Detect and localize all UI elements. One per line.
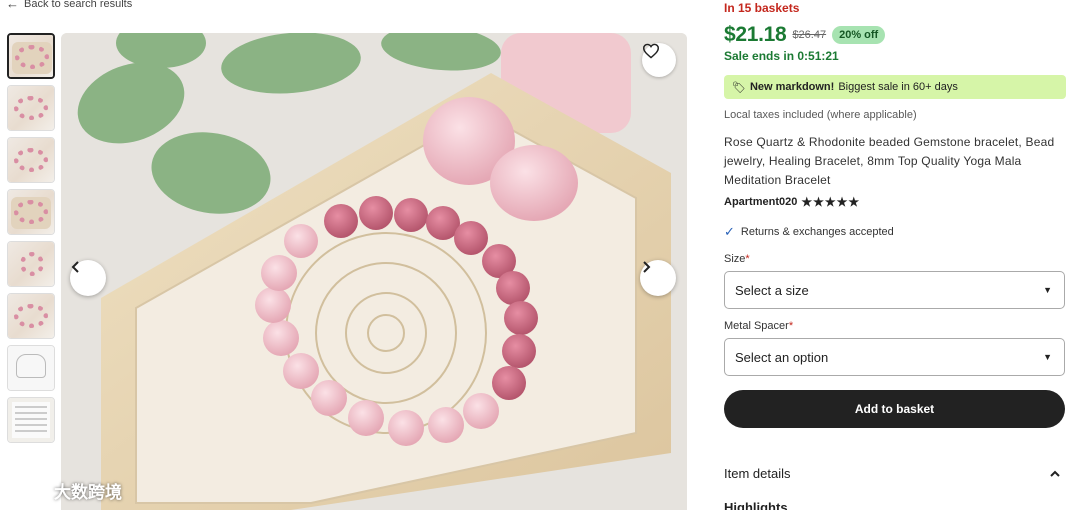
caret-down-icon: ▼ <box>1043 352 1052 362</box>
metal-spacer-select-value: Select an option <box>735 349 829 365</box>
thumbnail-5[interactable] <box>7 241 55 287</box>
price-row: $21.18 $26.47 20% off <box>724 23 886 47</box>
shop-row: Apartment020 ★★★★★ <box>724 195 860 209</box>
size-select[interactable]: Select a size ▼ <box>724 271 1065 309</box>
thumbnail-1[interactable] <box>7 33 55 79</box>
thumbnail-4[interactable] <box>7 189 55 235</box>
thumbnail-6[interactable] <box>7 293 55 339</box>
item-details-label: Item details <box>724 466 791 481</box>
metal-spacer-label-text: Metal Spacer <box>724 320 789 332</box>
chevron-left-icon <box>71 261 79 273</box>
shop-name-link[interactable]: Apartment020 <box>724 196 797 208</box>
arrow-left-icon: ← <box>6 0 19 11</box>
size-select-value: Select a size <box>735 282 809 298</box>
main-product-image[interactable] <box>61 33 687 510</box>
product-photo <box>61 33 687 510</box>
thumbnail-8[interactable] <box>7 397 55 443</box>
sale-countdown: Sale ends in 0:51:21 <box>724 49 839 63</box>
back-to-search-link[interactable]: ← Back to search results <box>6 0 132 10</box>
chevron-right-icon <box>643 261 651 273</box>
add-to-basket-button[interactable]: Add to basket <box>724 390 1065 428</box>
required-mark: * <box>745 253 750 265</box>
baskets-count: In 15 baskets <box>724 1 800 15</box>
highlights-heading: Highlights <box>724 500 788 510</box>
markdown-bold: New markdown! <box>749 81 835 93</box>
size-label: Size* <box>724 253 750 265</box>
product-title: Rose Quartz & Rhodonite beaded Gemstone … <box>724 135 1055 187</box>
item-details-toggle[interactable]: Item details <box>724 466 1065 481</box>
markdown-text: Biggest sale in 60+ days <box>838 81 958 93</box>
previous-image-button[interactable] <box>70 260 106 296</box>
markdown-banner: 🏷 New markdown! Biggest sale in 60+ days <box>724 75 1066 99</box>
thumbnail-strip <box>7 33 56 449</box>
size-label-text: Size <box>724 253 746 265</box>
watermark: 大数跨境 <box>10 478 122 503</box>
next-image-button[interactable] <box>640 260 676 296</box>
returns-policy: ✓ Returns & exchanges accepted <box>724 224 894 240</box>
thumbnail-7[interactable] <box>7 345 55 391</box>
back-link-label: Back to search results <box>24 0 133 10</box>
sale-price: $21.18 <box>724 23 787 46</box>
chevron-up-icon <box>1049 467 1065 481</box>
discount-badge: 20% off <box>832 26 886 44</box>
returns-text: Returns & exchanges accepted <box>740 226 894 238</box>
watermark-text: 大数跨境 <box>54 483 122 502</box>
required-mark: * <box>788 320 794 332</box>
rating-stars-icon[interactable]: ★★★★★ <box>801 195 860 209</box>
metal-spacer-select[interactable]: Select an option ▼ <box>724 338 1065 376</box>
favorite-button[interactable] <box>642 43 676 77</box>
thumbnail-2[interactable] <box>7 85 55 131</box>
taxes-note: Local taxes included (where applicable) <box>724 109 917 121</box>
heart-icon <box>642 43 660 59</box>
caret-down-icon: ▼ <box>1043 285 1052 295</box>
original-price: $26.47 <box>792 29 827 41</box>
thumbnail-3[interactable] <box>7 137 55 183</box>
tag-icon: 🏷 <box>732 81 746 94</box>
watermark-logo-icon <box>12 481 47 500</box>
metal-spacer-label: Metal Spacer* <box>724 320 793 332</box>
checkmark-icon: ✓ <box>724 224 735 239</box>
